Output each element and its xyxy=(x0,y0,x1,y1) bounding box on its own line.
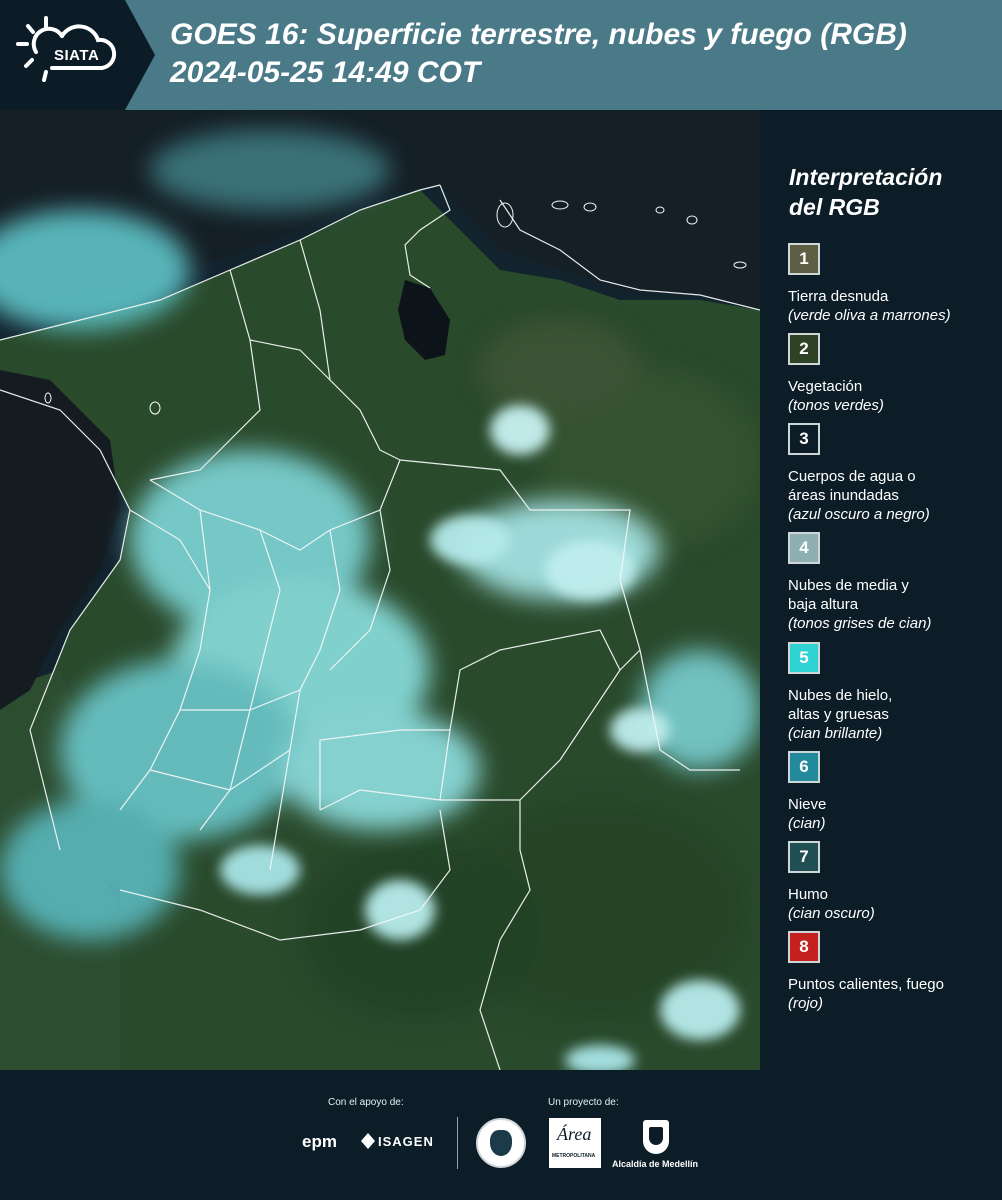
legend-item-ice-clouds: 5 Nubes de hielo, altas y gruesas (cian b… xyxy=(788,642,998,743)
legend-title-line-2: del RGB xyxy=(789,194,880,220)
alcaldia-shield-icon xyxy=(643,1120,669,1154)
header-bar: SIATA GOES 16: Superficie terrestre, nub… xyxy=(0,0,1002,110)
legend-item-note: (cian oscuro) xyxy=(788,905,875,922)
legend-item-note: (azul oscuro a negro) xyxy=(788,506,930,523)
legend-item-bare-land: 1 Tierra desnuda (verde oliva a marrones… xyxy=(788,243,998,325)
isagen-logo: ISAGEN xyxy=(378,1134,434,1149)
legend-item-snow: 6 Nieve (cian) xyxy=(788,751,998,833)
legend-item-note: (rojo) xyxy=(788,995,824,1012)
satellite-map xyxy=(0,110,760,1070)
legend-swatch: 8 xyxy=(788,931,820,963)
isagen-logo-icon xyxy=(361,1133,375,1149)
page-title: GOES 16: Superficie terrestre, nubes y f… xyxy=(170,16,990,92)
legend-item-fire: 8 Puntos calientes, fuego (rojo) xyxy=(788,931,998,1013)
legend-item-note: (tonos verdes) xyxy=(788,397,884,414)
area-logo-sub: METROPOLITANA xyxy=(552,1153,596,1159)
legend-item-mid-low-clouds: 4 Nubes de media y baja altura (tonos gri… xyxy=(788,532,998,633)
legend-item-note: (tonos grises de cian) xyxy=(788,615,932,632)
legend-item-label: Nubes de hielo, altas y gruesas xyxy=(788,687,893,723)
medellin-seal-logo xyxy=(476,1118,526,1168)
legend-item-label: Vegetación xyxy=(788,378,863,395)
legend-panel: Interpretación del RGB 1 Tierra desnuda … xyxy=(762,110,1002,1070)
legend-title: Interpretación del RGB xyxy=(789,162,989,222)
legend-item-note: (cian) xyxy=(788,815,826,832)
legend-swatch: 3 xyxy=(788,423,820,455)
epm-logo: epm xyxy=(302,1132,337,1151)
map-image xyxy=(0,110,760,1070)
legend-item-label: Nieve xyxy=(788,796,827,813)
legend-item-vegetation: 2 Vegetación (tonos verdes) xyxy=(788,333,998,415)
area-logo-script: Área xyxy=(557,1124,592,1144)
legend-item-label: Nubes de media y baja altura xyxy=(788,577,909,613)
legend-item-note: (cian brillante) xyxy=(788,725,883,742)
alcaldia-logo-text: Alcaldía de Medellín xyxy=(612,1159,699,1169)
siata-logo: SIATA xyxy=(0,0,155,110)
legend-swatch: 4 xyxy=(788,532,820,564)
project-label: Un proyecto de: xyxy=(548,1097,619,1108)
siata-logo-text: SIATA xyxy=(54,47,100,64)
footer-divider xyxy=(457,1117,458,1169)
legend-title-line-1: Interpretación xyxy=(789,164,943,190)
legend-swatch: 1 xyxy=(788,243,820,275)
area-metropolitana-logo: Área METROPOLITANA xyxy=(549,1118,601,1168)
legend-item-smoke: 7 Humo (cian oscuro) xyxy=(788,841,998,923)
legend-item-label: Humo xyxy=(788,886,829,903)
legend-swatch: 5 xyxy=(788,642,820,674)
legend-item-label: Puntos calientes, fuego xyxy=(788,976,944,993)
legend-item-water: 3 Cuerpos de agua o áreas inundadas (azul… xyxy=(788,423,998,524)
legend-item-label: Tierra desnuda xyxy=(788,288,889,305)
legend-item-note: (verde oliva a marrones) xyxy=(788,307,951,324)
legend-swatch: 2 xyxy=(788,333,820,365)
legend-swatch: 6 xyxy=(788,751,820,783)
support-label: Con el apoyo de: xyxy=(328,1097,404,1108)
footer: Con el apoyo de: Un proyecto de: epm ISA… xyxy=(0,1070,1002,1200)
title-line-2: 2024-05-25 14:49 COT xyxy=(170,56,481,89)
legend-swatch: 7 xyxy=(788,841,820,873)
title-line-1: GOES 16: Superficie terrestre, nubes y f… xyxy=(170,18,907,51)
seal-emblem-icon xyxy=(490,1130,512,1156)
legend-item-label: Cuerpos de agua o áreas inundadas xyxy=(788,468,916,504)
